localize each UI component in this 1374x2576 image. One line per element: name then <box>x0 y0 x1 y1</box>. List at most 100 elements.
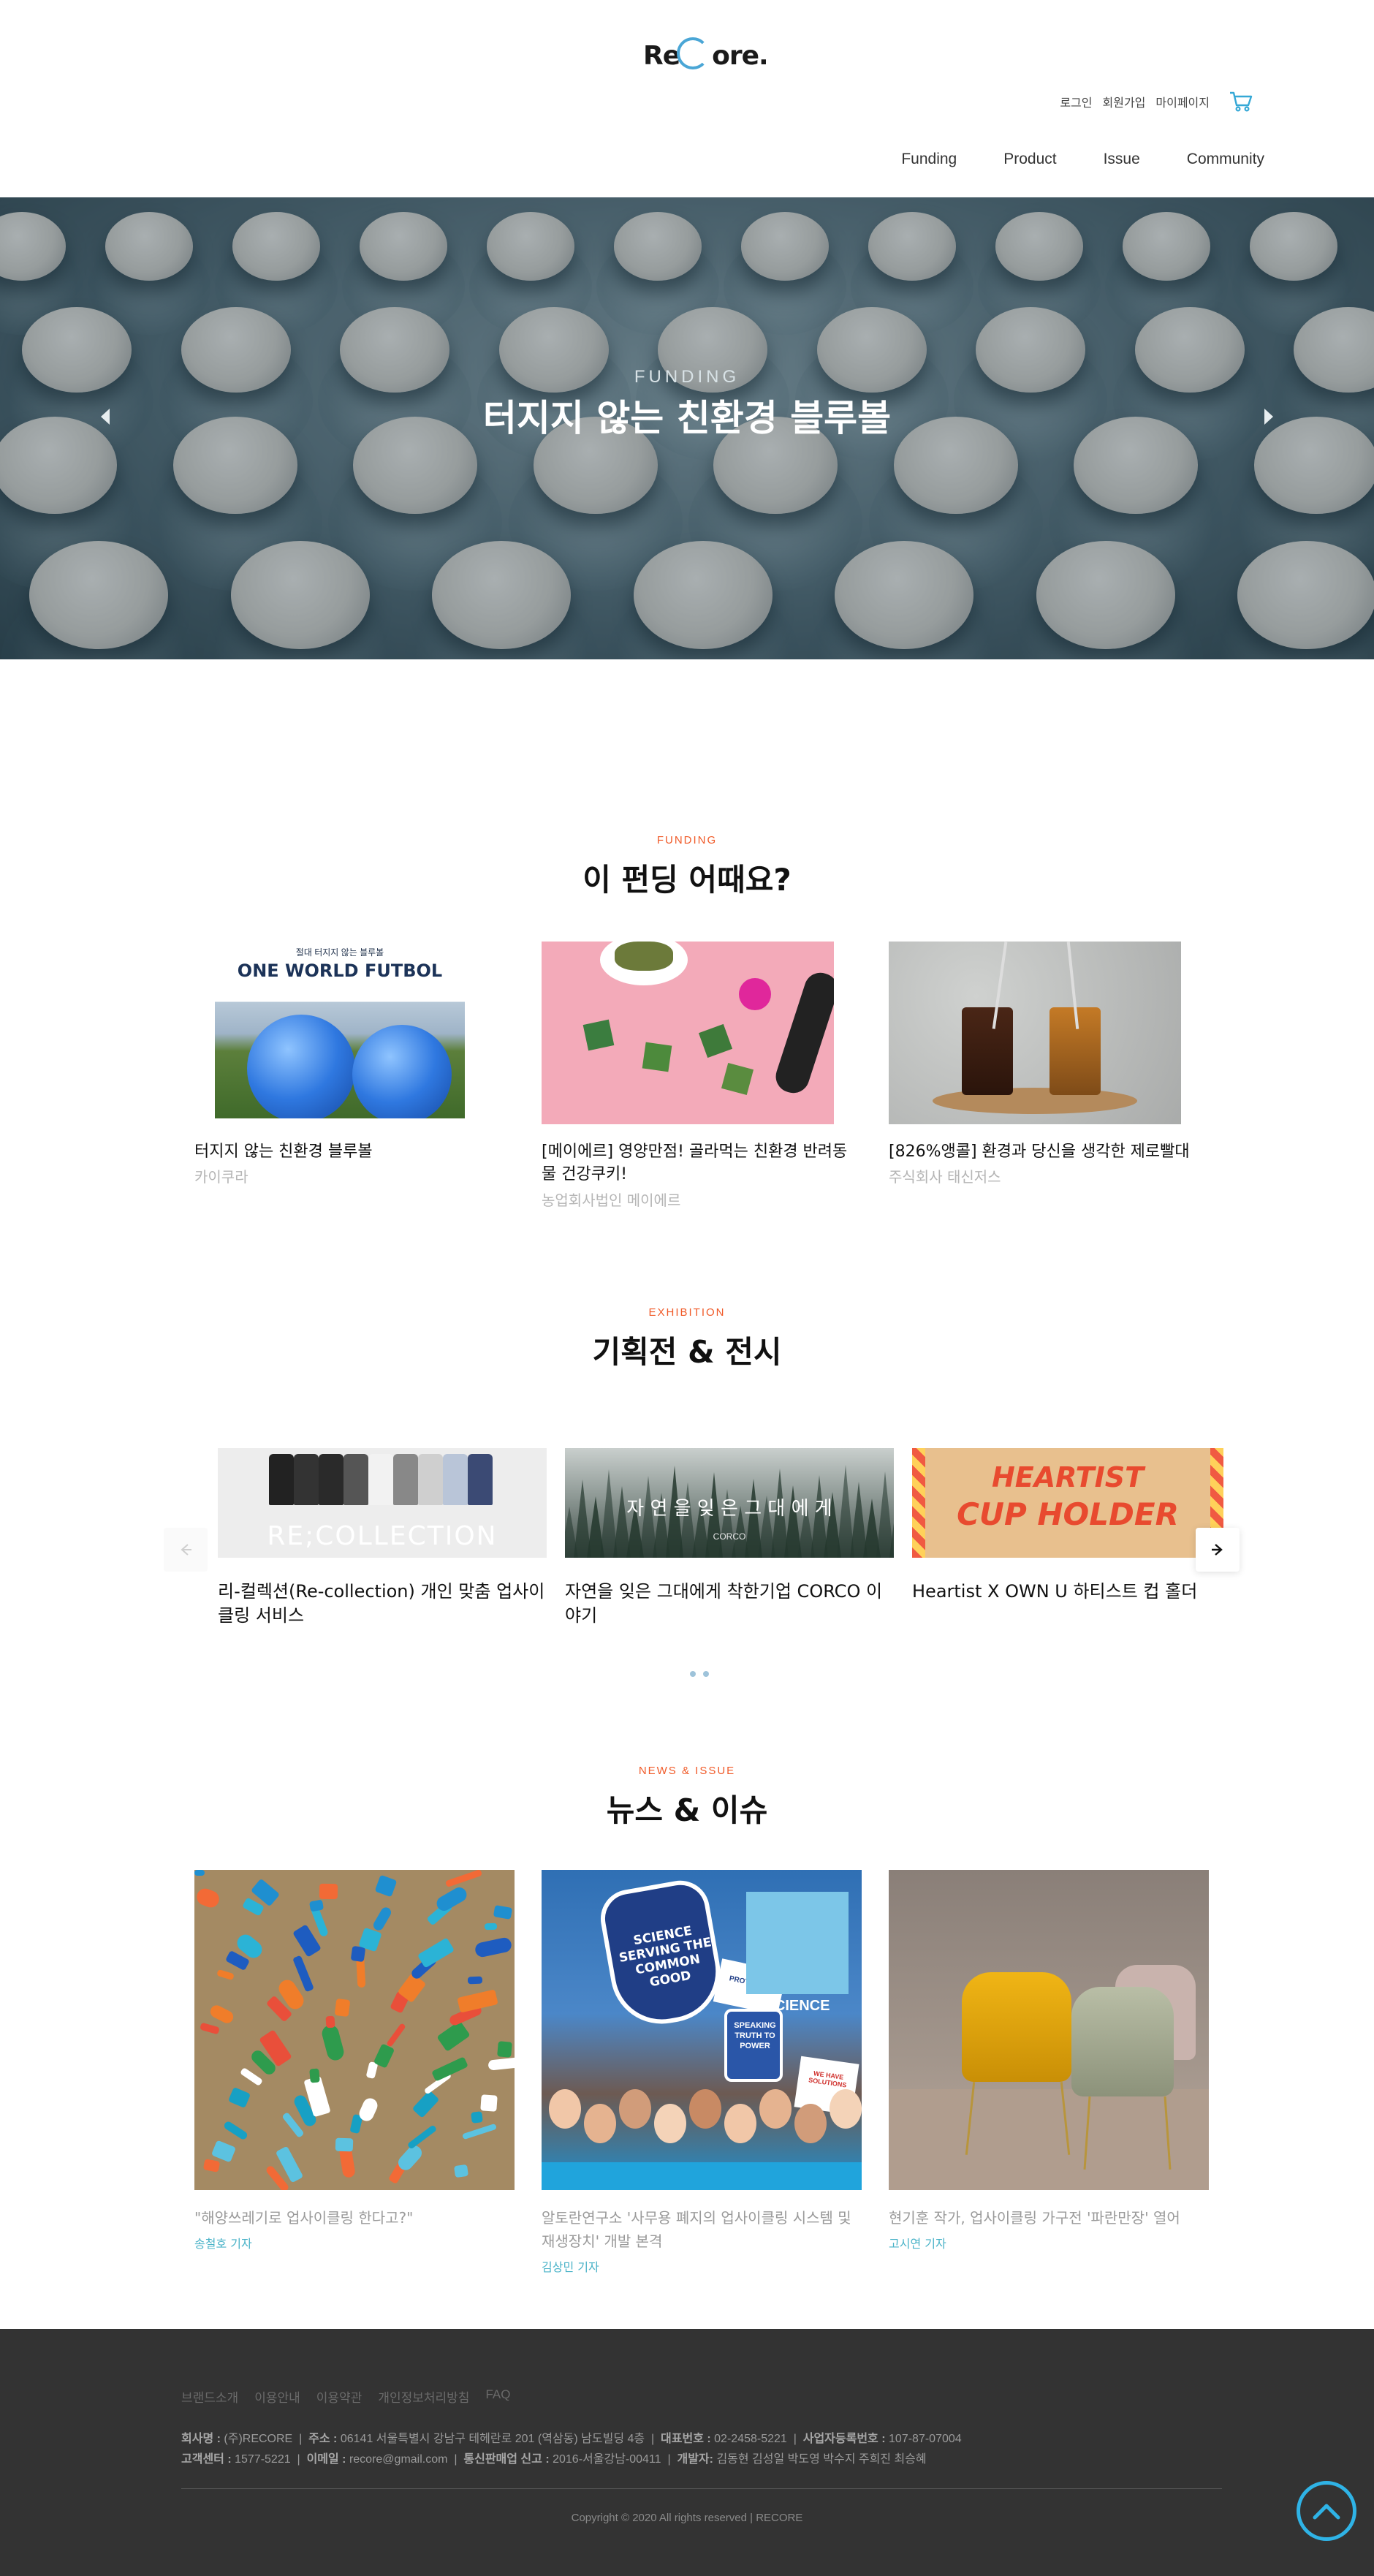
funding-title: 이 펀딩 어때요? <box>582 862 792 898</box>
plastic-piece <box>371 1905 393 1933</box>
plastic-piece <box>493 1905 513 1920</box>
cookie-pack <box>721 1062 754 1096</box>
plastic-piece <box>386 2023 406 2047</box>
info-label: 사업자등록번호 : <box>802 2433 886 2445</box>
jacket-shape <box>468 1454 493 1505</box>
logo-text: Re <box>643 41 680 71</box>
pink-ball <box>739 978 771 1010</box>
nav-product[interactable]: Product <box>980 151 1079 168</box>
plastic-piece <box>202 2159 221 2172</box>
cookie-pack <box>642 1042 672 1072</box>
exhibition-prev-button[interactable] <box>164 1528 208 1572</box>
jacket-shape <box>368 1454 393 1505</box>
footer-link-guide[interactable]: 이용안내 <box>254 2387 300 2406</box>
funding-card-company: 농업회사법인 메이에르 <box>542 1192 681 1209</box>
exhibition-card[interactable]: HEARTIST CUP HOLDER Heartist X OWN U 하티스… <box>912 1448 1223 1604</box>
news-card[interactable]: SCIENCE SERVING THE COMMON GOOD PROTECTI… <box>542 1870 863 2275</box>
logo-text-end: ore. <box>712 41 769 71</box>
arrow-left-icon <box>181 1544 191 1556</box>
news-card[interactable]: "해양쓰레기로 업사이클링 한다고?" 송철호 기자 <box>194 1870 516 2251</box>
jacket-shape <box>393 1454 418 1505</box>
funding-kicker: FUNDING <box>656 834 718 846</box>
chair-sage <box>1071 1987 1174 2096</box>
forest-image-text: 자 연 을 잊 은 그 대 에 게 <box>626 1498 832 1520</box>
jacket-shape <box>269 1454 294 1505</box>
exhibition-card[interactable]: RE;COLLECTION 리-컬렉션(Re-collection) 개인 맞춤… <box>218 1448 547 1628</box>
cupholder-image-text: HEARTIST <box>991 1461 1145 1493</box>
footer-link-terms[interactable]: 이용약관 <box>316 2387 363 2406</box>
plastic-piece <box>222 2120 249 2141</box>
plastic-piece <box>461 2123 498 2140</box>
info-label: 주소 : <box>308 2433 338 2445</box>
face-shape <box>689 2089 721 2129</box>
nav-funding[interactable]: Funding <box>878 151 980 168</box>
exhibition-card-title: Heartist X OWN U 하티스트 컵 홀더 <box>912 1581 1198 1602</box>
plastic-piece <box>319 1883 338 1900</box>
nav-issue[interactable]: Issue <box>1080 151 1164 168</box>
news-card-author: 김상민 기자 <box>542 2260 599 2274</box>
footer-info-line1: 회사명 : (주)RECORE | 주소 : 06141 서울특별시 강남구 테… <box>181 2433 962 2445</box>
pagination-dot[interactable] <box>690 1671 696 1677</box>
footer-link-faq[interactable]: FAQ <box>485 2387 510 2406</box>
chevron-up-icon <box>1313 2504 1340 2520</box>
ball-caption: ONE WORLD FUTBOL <box>237 961 443 981</box>
banner-strip <box>542 2162 862 2190</box>
news-image-plastic-debris <box>194 1870 515 2190</box>
blue-ball-left <box>247 1015 355 1118</box>
exhibition-card[interactable]: 자 연 을 잊 은 그 대 에 게 CORCO 자연을 잊은 그대에게 착한기업… <box>565 1448 894 1628</box>
plastic-piece <box>444 1870 483 1888</box>
cookie-pack <box>582 1019 615 1051</box>
plastic-piece <box>453 2164 469 2178</box>
news-card-author: 송철호 기자 <box>194 2237 252 2251</box>
jacket-shape <box>443 1454 468 1505</box>
face-shape <box>654 2104 686 2143</box>
footer-info-line2: 고객센터 : 1577-5221 | 이메일 : recore@gmail.co… <box>181 2453 927 2466</box>
jacket-shape <box>344 1454 368 1505</box>
face-shape <box>584 2104 616 2143</box>
cart-icon[interactable] <box>1229 91 1253 113</box>
cookie-pile <box>615 942 673 971</box>
logo-ring-icon <box>677 37 710 69</box>
face-shape <box>724 2104 756 2143</box>
plastic-piece <box>227 2086 251 2109</box>
info-label: 개발자: <box>677 2453 713 2466</box>
utility-menu: 로그인 회원가입 마이페이지 <box>1060 91 1253 113</box>
news-title: 뉴스 & 이슈 <box>606 1792 768 1828</box>
exhibition-title: 기획전 & 전시 <box>592 1334 782 1370</box>
plastic-piece <box>194 1870 205 1876</box>
exhibition-image-recollection: RE;COLLECTION <box>218 1448 547 1558</box>
ball-photo: 절대 터지지 않는 블루볼 ONE WORLD FUTBOL <box>215 942 465 1118</box>
jacket-shape <box>294 1454 319 1505</box>
nav-community[interactable]: Community <box>1164 151 1288 168</box>
news-card-title: 알토란연구소 '사무용 폐지의 업사이클링 시스템 및 재생장치' 개발 본격 <box>542 2209 851 2250</box>
scroll-top-button[interactable] <box>1297 2481 1356 2541</box>
news-card-author: 고시연 기자 <box>889 2237 946 2251</box>
mypage-link[interactable]: 마이페이지 <box>1155 93 1210 110</box>
signup-link[interactable]: 회원가입 <box>1103 93 1146 110</box>
logo[interactable]: Re ore. <box>643 37 769 71</box>
exhibition-card-title: 리-컬렉션(Re-collection) 개인 맞춤 업사이클링 서비스 <box>218 1581 545 1626</box>
hero-prev-arrow-icon[interactable] <box>95 406 117 428</box>
recollection-image-text: RE;COLLECTION <box>267 1521 498 1551</box>
face-shape <box>794 2104 827 2143</box>
plastic-piece <box>208 2003 236 2026</box>
floor <box>889 2089 1209 2190</box>
funding-card-title: [메이에르] 영양만점! 골라먹는 친환경 반려동물 건강쿠키! <box>542 1143 848 1183</box>
funding-card-title: 터지지 않는 친환경 블루볼 <box>194 1143 373 1161</box>
science-sign <box>746 1892 849 1994</box>
info-value: 06141 서울특별시 강남구 테헤란로 201 (역삼동) 남도빌딩 4층 <box>340 2433 645 2445</box>
hero-banner[interactable]: FUNDING 터지지 않는 친환경 블루볼 <box>0 197 1374 659</box>
login-link[interactable]: 로그인 <box>1060 93 1092 110</box>
footer-link-privacy[interactable]: 개인정보처리방침 <box>378 2387 469 2406</box>
exhibition-next-button[interactable] <box>1196 1528 1240 1572</box>
hero-next-arrow-icon[interactable] <box>1257 406 1279 428</box>
funding-card-title: [826%앵콜] 환경과 당신을 생각한 제로빨대 <box>889 1143 1190 1161</box>
news-card[interactable]: 현기훈 작가, 업사이클링 가구전 '파란만장' 열어 고시연 기자 <box>889 1870 1210 2251</box>
info-label: 대표번호 : <box>661 2433 711 2445</box>
plastic-piece <box>411 2090 440 2118</box>
cupholder-image-text2: CUP HOLDER <box>957 1496 1179 1532</box>
plastic-piece <box>406 2124 438 2150</box>
news-image-science-march: SCIENCE SERVING THE COMMON GOOD PROTECTI… <box>542 1870 862 2190</box>
footer-link-brand[interactable]: 브랜드소개 <box>181 2387 238 2406</box>
pagination-dot[interactable] <box>703 1671 709 1677</box>
